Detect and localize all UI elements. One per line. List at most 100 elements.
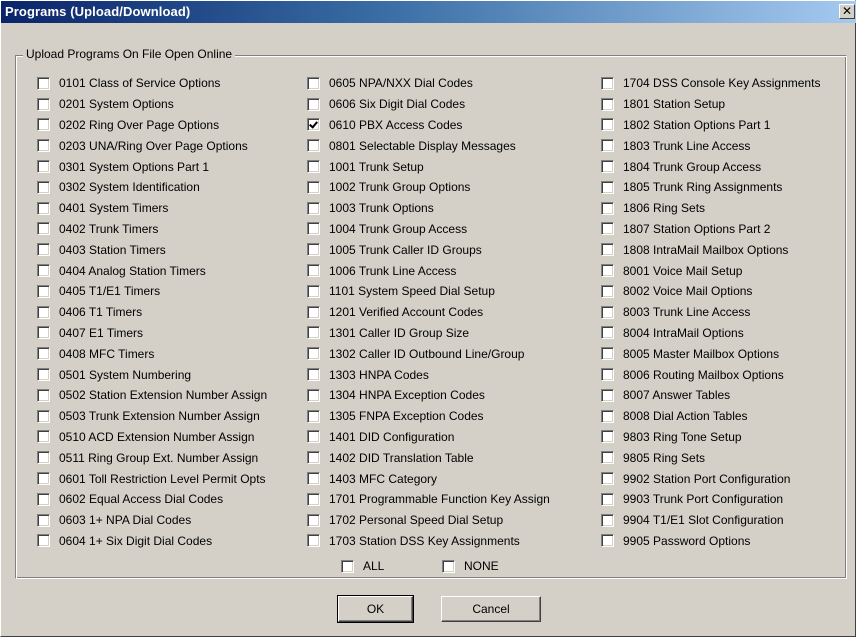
program-checkbox[interactable] <box>307 347 320 361</box>
program-checkbox[interactable] <box>307 534 320 548</box>
program-checkbox-row[interactable]: 9905 Password Options <box>601 531 820 552</box>
program-checkbox-row[interactable]: 0408 MFC Timers <box>37 343 267 364</box>
program-checkbox-row[interactable]: 8005 Master Mailbox Options <box>601 343 820 364</box>
program-checkbox-row[interactable]: 1401 DID Configuration <box>307 427 550 448</box>
program-checkbox[interactable] <box>307 368 320 382</box>
program-checkbox[interactable] <box>37 118 50 132</box>
program-checkbox[interactable] <box>307 97 320 111</box>
program-checkbox-row[interactable]: 1305 FNPA Exception Codes <box>307 406 550 427</box>
program-checkbox[interactable] <box>307 492 320 506</box>
program-checkbox[interactable] <box>601 243 614 257</box>
program-checkbox[interactable] <box>601 180 614 194</box>
program-checkbox[interactable] <box>601 222 614 236</box>
program-checkbox-row[interactable]: 0404 Analog Station Timers <box>37 260 267 281</box>
program-checkbox-row[interactable]: 9803 Ring Tone Setup <box>601 427 820 448</box>
program-checkbox-row[interactable]: 0202 Ring Over Page Options <box>37 115 267 136</box>
program-checkbox-row[interactable]: 8001 Voice Mail Setup <box>601 260 820 281</box>
program-checkbox[interactable] <box>601 118 614 132</box>
program-checkbox-row[interactable]: 0602 Equal Access Dial Codes <box>37 489 267 510</box>
program-checkbox[interactable] <box>37 222 50 236</box>
program-checkbox[interactable] <box>601 472 614 486</box>
program-checkbox[interactable] <box>307 513 320 527</box>
program-checkbox[interactable] <box>307 326 320 340</box>
program-checkbox-row[interactable]: 1805 Trunk Ring Assignments <box>601 177 820 198</box>
program-checkbox-row[interactable]: 0301 System Options Part 1 <box>37 156 267 177</box>
program-checkbox-row[interactable]: 1807 Station Options Part 2 <box>601 219 820 240</box>
select-none-checkbox[interactable]: NONE <box>442 559 499 573</box>
program-checkbox[interactable] <box>37 513 50 527</box>
program-checkbox[interactable] <box>601 492 614 506</box>
program-checkbox[interactable] <box>601 160 614 174</box>
program-checkbox-row[interactable]: 9902 Station Port Configuration <box>601 468 820 489</box>
program-checkbox-row[interactable]: 0203 UNA/Ring Over Page Options <box>37 135 267 156</box>
program-checkbox[interactable] <box>307 180 320 194</box>
select-all-checkbox[interactable]: ALL <box>341 559 384 573</box>
program-checkbox-row[interactable]: 0511 Ring Group Ext. Number Assign <box>37 447 267 468</box>
program-checkbox-row[interactable]: 0801 Selectable Display Messages <box>307 135 550 156</box>
program-checkbox-row[interactable]: 0402 Trunk Timers <box>37 219 267 240</box>
program-checkbox-row[interactable]: 1702 Personal Speed Dial Setup <box>307 510 550 531</box>
program-checkbox[interactable] <box>37 139 50 153</box>
program-checkbox[interactable] <box>307 201 320 215</box>
program-checkbox[interactable] <box>307 160 320 174</box>
select-all-box[interactable] <box>341 559 354 573</box>
ok-button[interactable]: OK <box>337 595 414 623</box>
program-checkbox[interactable] <box>601 139 614 153</box>
program-checkbox-row[interactable]: 1005 Trunk Caller ID Groups <box>307 239 550 260</box>
program-checkbox[interactable] <box>37 97 50 111</box>
program-checkbox-row[interactable]: 1304 HNPA Exception Codes <box>307 385 550 406</box>
program-checkbox-row[interactable]: 0503 Trunk Extension Number Assign <box>37 406 267 427</box>
program-checkbox[interactable] <box>37 243 50 257</box>
program-checkbox[interactable] <box>601 326 614 340</box>
program-checkbox[interactable] <box>307 451 320 465</box>
program-checkbox-row[interactable]: 1006 Trunk Line Access <box>307 260 550 281</box>
program-checkbox[interactable] <box>601 305 614 319</box>
program-checkbox[interactable] <box>307 264 320 278</box>
program-checkbox-row[interactable]: 1001 Trunk Setup <box>307 156 550 177</box>
program-checkbox-row[interactable]: 8003 Trunk Line Access <box>601 302 820 323</box>
program-checkbox-row[interactable]: 8006 Routing Mailbox Options <box>601 364 820 385</box>
program-checkbox-row[interactable]: 1803 Trunk Line Access <box>601 135 820 156</box>
program-checkbox-row[interactable]: 1808 IntraMail Mailbox Options <box>601 239 820 260</box>
program-checkbox[interactable] <box>601 97 614 111</box>
program-checkbox[interactable] <box>37 451 50 465</box>
program-checkbox[interactable] <box>37 409 50 423</box>
program-checkbox-row[interactable]: 1801 Station Setup <box>601 94 820 115</box>
program-checkbox[interactable] <box>37 326 50 340</box>
program-checkbox[interactable] <box>37 160 50 174</box>
program-checkbox[interactable] <box>37 201 50 215</box>
program-checkbox[interactable] <box>307 430 320 444</box>
program-checkbox-row[interactable]: 0605 NPA/NXX Dial Codes <box>307 73 550 94</box>
program-checkbox-row[interactable]: 1101 System Speed Dial Setup <box>307 281 550 302</box>
program-checkbox-row[interactable]: 1403 MFC Category <box>307 468 550 489</box>
program-checkbox-row[interactable]: 0401 System Timers <box>37 198 267 219</box>
program-checkbox-row[interactable]: 0606 Six Digit Dial Codes <box>307 94 550 115</box>
program-checkbox[interactable] <box>601 388 614 402</box>
close-button[interactable]: ✕ <box>839 4 855 19</box>
program-checkbox[interactable] <box>307 76 320 90</box>
program-checkbox-row[interactable]: 0502 Station Extension Number Assign <box>37 385 267 406</box>
program-checkbox[interactable] <box>37 284 50 298</box>
program-checkbox[interactable] <box>601 451 614 465</box>
program-checkbox[interactable] <box>37 76 50 90</box>
program-checkbox[interactable] <box>37 492 50 506</box>
program-checkbox-row[interactable]: 0604 1+ Six Digit Dial Codes <box>37 531 267 552</box>
program-checkbox-row[interactable]: 0405 T1/E1 Timers <box>37 281 267 302</box>
program-checkbox[interactable] <box>307 284 320 298</box>
program-checkbox[interactable] <box>601 409 614 423</box>
program-checkbox-row[interactable]: 1802 Station Options Part 1 <box>601 115 820 136</box>
program-checkbox-row[interactable]: 1703 Station DSS Key Assignments <box>307 531 550 552</box>
program-checkbox[interactable] <box>307 118 320 132</box>
program-checkbox[interactable] <box>601 201 614 215</box>
program-checkbox-row[interactable]: 1701 Programmable Function Key Assign <box>307 489 550 510</box>
title-bar[interactable]: Programs (Upload/Download) ✕ <box>1 1 856 23</box>
program-checkbox-row[interactable]: 9805 Ring Sets <box>601 447 820 468</box>
program-checkbox[interactable] <box>601 76 614 90</box>
program-checkbox[interactable] <box>37 180 50 194</box>
program-checkbox[interactable] <box>37 368 50 382</box>
program-checkbox[interactable] <box>601 264 614 278</box>
program-checkbox[interactable] <box>601 347 614 361</box>
program-checkbox-row[interactable]: 1302 Caller ID Outbound Line/Group <box>307 343 550 364</box>
program-checkbox-row[interactable]: 9904 T1/E1 Slot Configuration <box>601 510 820 531</box>
program-checkbox-row[interactable]: 0406 T1 Timers <box>37 302 267 323</box>
